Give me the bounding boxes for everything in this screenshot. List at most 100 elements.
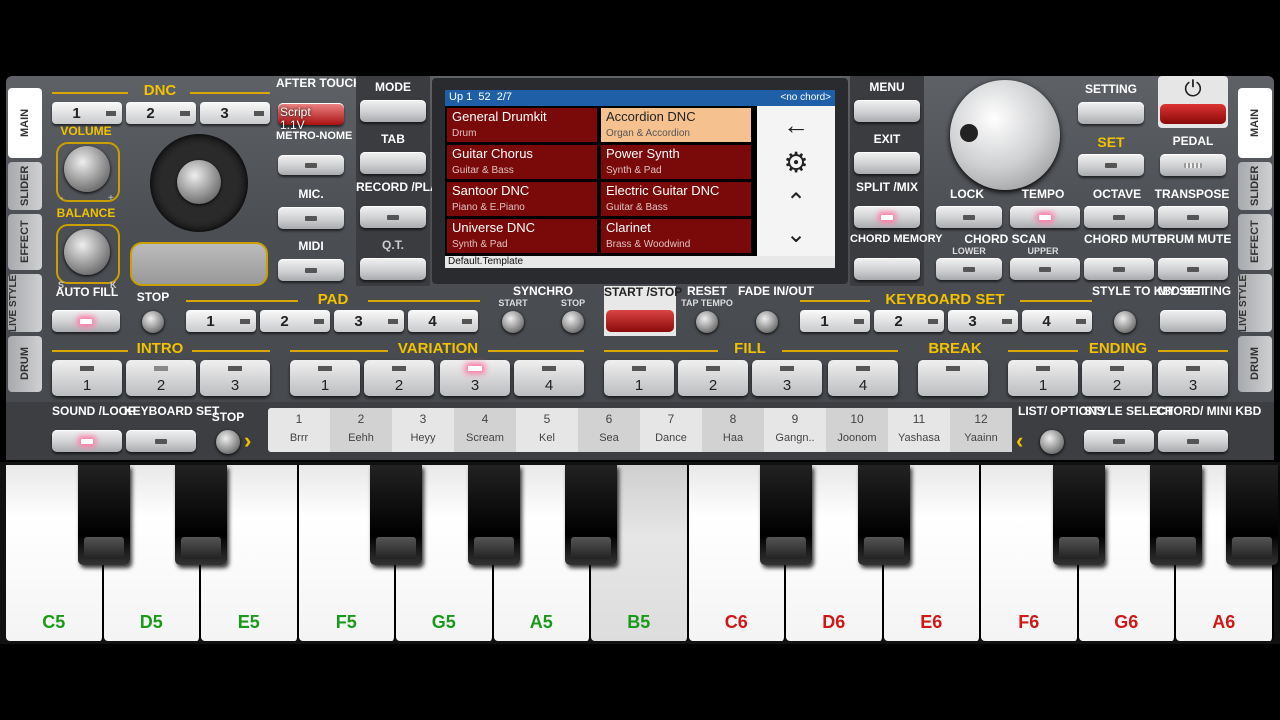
- synchro-stop-button[interactable]: [562, 311, 584, 333]
- menu-button[interactable]: [854, 100, 920, 122]
- chord-scan-upper-button[interactable]: [1010, 258, 1080, 280]
- fill-button-1[interactable]: 1: [604, 360, 674, 396]
- ending-button-3[interactable]: 3: [1158, 360, 1228, 396]
- sample-pad[interactable]: 11 Yashasa: [888, 408, 950, 452]
- dnc-button-1[interactable]: 1: [52, 102, 122, 124]
- keyboard-set-button-1[interactable]: 1: [800, 310, 870, 332]
- pad-stop-button[interactable]: [142, 311, 164, 333]
- power-icon[interactable]: ⏻: [1158, 76, 1228, 102]
- balance-knob[interactable]: [64, 229, 110, 275]
- metronome-button[interactable]: [278, 155, 344, 175]
- midi-button[interactable]: [278, 259, 344, 281]
- black-key[interactable]: [175, 465, 227, 565]
- dnc-button-2[interactable]: 2: [126, 102, 196, 124]
- chevron-right-icon[interactable]: ›: [244, 428, 251, 454]
- joystick-handle[interactable]: [177, 160, 221, 204]
- black-key[interactable]: [467, 465, 520, 565]
- black-key[interactable]: [1226, 465, 1278, 565]
- pitch-pad[interactable]: [130, 242, 268, 286]
- sample-pad[interactable]: 1 Brrr: [268, 408, 330, 452]
- chord-mini-button[interactable]: [1158, 430, 1228, 452]
- pad-stop-bottom-button[interactable]: [216, 430, 240, 454]
- black-key[interactable]: [1052, 465, 1105, 565]
- setting-button[interactable]: [1078, 102, 1144, 124]
- voice-entry[interactable]: Clarinet Brass & Woodwind: [601, 219, 751, 253]
- chevron-left-icon[interactable]: ‹: [1016, 428, 1023, 454]
- chord-memory-button[interactable]: [854, 258, 920, 280]
- tab-main-right[interactable]: MAIN: [1238, 88, 1272, 158]
- voice-entry[interactable]: Guitar Chorus Guitar & Bass: [447, 145, 597, 179]
- black-key[interactable]: [857, 465, 910, 565]
- tab-drum-left[interactable]: DRUM: [8, 336, 42, 392]
- break-button[interactable]: [918, 360, 988, 396]
- sample-pad[interactable]: 8 Haa: [702, 408, 764, 452]
- chevron-up-icon[interactable]: ⌃: [757, 188, 835, 217]
- ending-button-2[interactable]: 2: [1082, 360, 1152, 396]
- list-options-button[interactable]: [1040, 430, 1064, 454]
- sample-pad[interactable]: 5 Kel: [516, 408, 578, 452]
- black-key[interactable]: [565, 465, 617, 565]
- black-key[interactable]: [77, 465, 130, 565]
- sample-pad[interactable]: 6 Sea: [578, 408, 640, 452]
- sample-pad[interactable]: 12 Yaainn: [950, 408, 1012, 452]
- tab-effect-left[interactable]: EFFECT: [8, 214, 42, 270]
- octave-button[interactable]: [1084, 206, 1154, 228]
- pad-button-1[interactable]: 1: [186, 310, 256, 332]
- fade-button[interactable]: [756, 311, 778, 333]
- black-key[interactable]: [1150, 465, 1202, 565]
- tab-live-style-left[interactable]: LIVE STYLE: [8, 274, 42, 332]
- sample-pad[interactable]: 10 Joonom: [826, 408, 888, 452]
- tab-live-style-right[interactable]: LIVE STYLE: [1238, 274, 1272, 332]
- voice-entry[interactable]: Electric Guitar DNC Guitar & Bass: [601, 182, 751, 216]
- keyboard-set-button-4[interactable]: 4: [1022, 310, 1092, 332]
- style-to-kbd-button[interactable]: [1114, 311, 1136, 333]
- variation-button-2[interactable]: 2: [364, 360, 434, 396]
- auto-fill-button[interactable]: [52, 310, 120, 332]
- voice-entry[interactable]: Accordion DNC Organ & Accordion: [601, 108, 751, 142]
- reset-tap-tempo-button[interactable]: [696, 311, 718, 333]
- chord-mute-button[interactable]: [1084, 258, 1154, 280]
- volume-knob[interactable]: [64, 146, 110, 192]
- style-select-button[interactable]: [1084, 430, 1154, 452]
- record-play-button[interactable]: [360, 206, 426, 228]
- back-arrow-icon[interactable]: ←: [757, 110, 835, 141]
- fill-button-2[interactable]: 2: [678, 360, 748, 396]
- tab-slider-right[interactable]: SLIDER: [1238, 162, 1272, 210]
- mic-button[interactable]: [278, 207, 344, 229]
- intro-button-2[interactable]: 2: [126, 360, 196, 396]
- lock-button[interactable]: [936, 206, 1002, 228]
- start-stop-button[interactable]: [606, 310, 674, 332]
- pedal-button[interactable]: [1160, 154, 1226, 176]
- qt-button[interactable]: [360, 258, 426, 280]
- fill-button-3[interactable]: 3: [752, 360, 822, 396]
- variation-button-4[interactable]: 4: [514, 360, 584, 396]
- sound-loop-button[interactable]: [52, 430, 122, 452]
- chord-scan-lower-button[interactable]: [936, 258, 1002, 280]
- voice-entry[interactable]: Universe DNC Synth & Pad: [447, 219, 597, 253]
- voice-entry[interactable]: Santoor DNC Piano & E.Piano: [447, 182, 597, 216]
- tempo-button[interactable]: [1010, 206, 1080, 228]
- dnc-button-3[interactable]: 3: [200, 102, 270, 124]
- pad-button-2[interactable]: 2: [260, 310, 330, 332]
- sample-pad[interactable]: 3 Heyy: [392, 408, 454, 452]
- voice-entry[interactable]: Power Synth Synth & Pad: [601, 145, 751, 179]
- tab-slider-left[interactable]: SLIDER: [8, 162, 42, 210]
- variation-button-1[interactable]: 1: [290, 360, 360, 396]
- drum-mute-button[interactable]: [1158, 258, 1228, 280]
- tab-drum-right[interactable]: DRUM: [1238, 336, 1272, 392]
- keyboard-set-button-3[interactable]: 3: [948, 310, 1018, 332]
- set-button[interactable]: [1078, 154, 1144, 176]
- tab-button[interactable]: [360, 152, 426, 174]
- intro-button-3[interactable]: 3: [200, 360, 270, 396]
- variation-button-3[interactable]: 3: [440, 360, 510, 396]
- pad-button-3[interactable]: 3: [334, 310, 404, 332]
- ending-button-1[interactable]: 1: [1008, 360, 1078, 396]
- fill-button-4[interactable]: 4: [828, 360, 898, 396]
- tab-main-left[interactable]: MAIN: [8, 88, 42, 158]
- power-button[interactable]: [1160, 104, 1226, 124]
- black-key[interactable]: [370, 465, 422, 565]
- keyboard-set-button-2[interactable]: 2: [874, 310, 944, 332]
- transpose-button[interactable]: [1158, 206, 1228, 228]
- pad-button-4[interactable]: 4: [408, 310, 478, 332]
- voice-entry[interactable]: General Drumkit Drum: [447, 108, 597, 142]
